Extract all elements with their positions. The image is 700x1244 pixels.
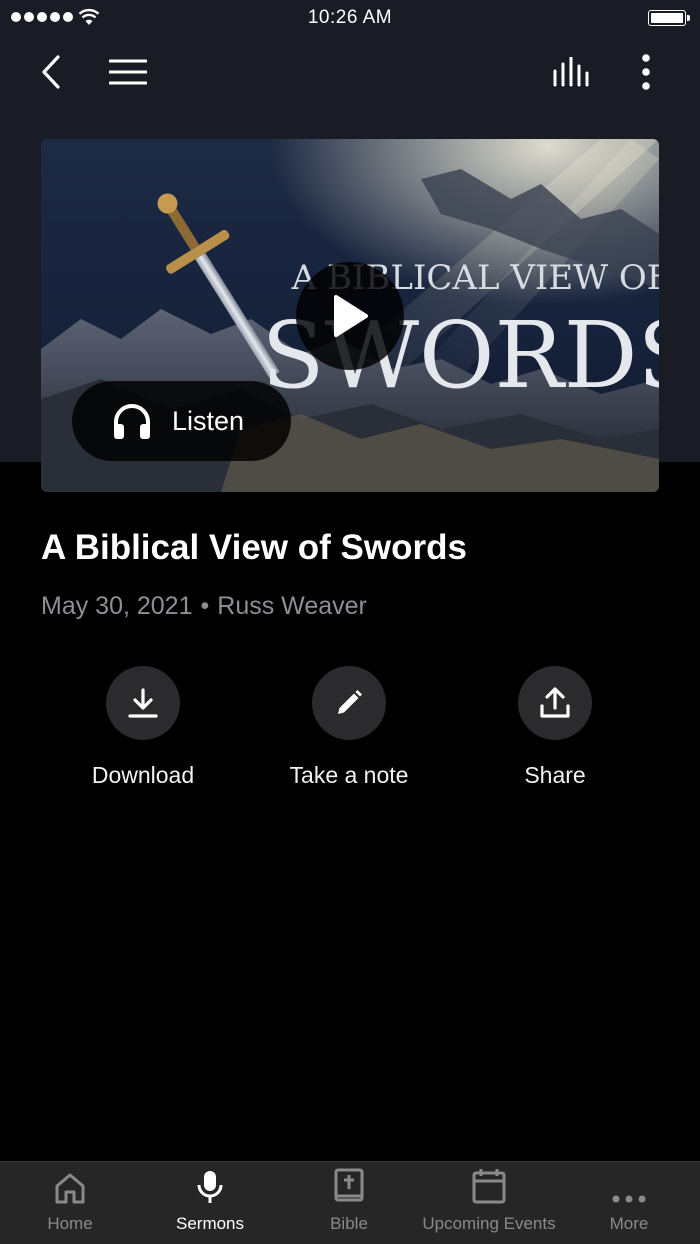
tab-more[interactable]: More (579, 1162, 679, 1244)
tab-sermons[interactable]: Sermons (160, 1162, 260, 1244)
menu-button[interactable] (104, 50, 152, 94)
home-icon (55, 1173, 85, 1204)
bible-icon (334, 1168, 364, 1202)
take-note-circle[interactable] (312, 666, 386, 740)
tab-bar: Home Sermons Bible Upcoming Events More (0, 1161, 700, 1244)
download-label: Download (91, 762, 195, 788)
download-button[interactable]: Download (43, 666, 243, 789)
tab-upcoming-events-label: Upcoming Events (422, 1214, 556, 1233)
headphones-icon (114, 404, 150, 439)
microphone-icon (197, 1171, 223, 1203)
sermon-date: May 30, 2021 (41, 592, 193, 620)
tab-bible[interactable]: Bible (299, 1162, 399, 1244)
share-icon (540, 687, 570, 718)
tab-home-label: Home (47, 1214, 93, 1233)
download-icon (128, 688, 158, 718)
equalizer-icon (553, 57, 589, 87)
tab-bible-label: Bible (330, 1214, 368, 1233)
battery-icon (648, 10, 690, 26)
sermon-title: A Biblical View of Swords (41, 528, 467, 567)
tab-upcoming-events[interactable]: Upcoming Events (414, 1162, 564, 1244)
sermon-meta: May 30, 2021 • Russ Weaver (41, 592, 367, 621)
share-circle[interactable] (518, 666, 592, 740)
back-icon (42, 55, 60, 89)
more-options-button[interactable] (626, 50, 666, 94)
listen-button[interactable]: Listen (72, 381, 291, 461)
sermon-speaker[interactable]: Russ Weaver (217, 592, 367, 621)
more-horizontal-icon (612, 1195, 646, 1203)
share-label: Share (524, 762, 586, 788)
meta-separator: • (200, 592, 210, 620)
pencil-icon (338, 690, 362, 714)
calendar-icon (472, 1169, 506, 1204)
back-button[interactable] (30, 50, 74, 94)
audio-player-button[interactable] (548, 50, 596, 94)
status-time: 10:26 AM (307, 7, 393, 28)
play-button[interactable] (296, 262, 404, 370)
listen-label: Listen (172, 405, 245, 436)
share-button[interactable]: Share (455, 666, 655, 789)
status-bar: 10:26 AM (0, 0, 700, 36)
take-note-label: Take a note (289, 762, 409, 788)
tab-sermons-label: Sermons (175, 1214, 245, 1233)
tab-more-label: More (609, 1214, 649, 1233)
tab-home[interactable]: Home (20, 1162, 120, 1244)
download-circle[interactable] (106, 666, 180, 740)
take-note-button[interactable]: Take a note (249, 666, 449, 789)
menu-icon (109, 59, 147, 85)
play-icon (334, 295, 368, 337)
more-vertical-icon (642, 54, 650, 90)
